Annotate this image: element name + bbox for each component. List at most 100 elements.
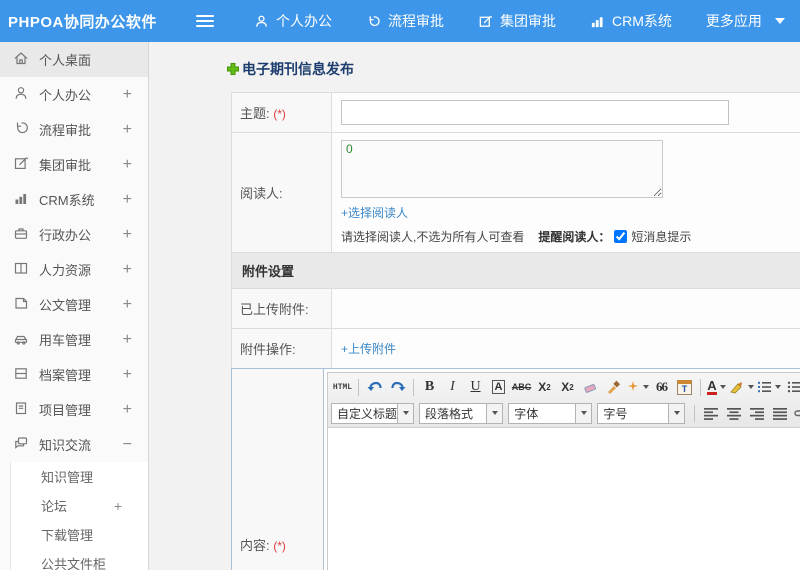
bold-button[interactable]: B <box>418 376 441 398</box>
sidebar-subitem-knowledge-mgmt[interactable]: 知识管理 <box>11 462 148 491</box>
subject-label: 主题: (*) <box>231 92 332 133</box>
unordered-list-icon[interactable] <box>782 376 800 398</box>
user-icon <box>13 85 29 104</box>
topnav-item-crm[interactable]: CRM系统 <box>590 11 672 31</box>
custom-heading-select[interactable]: 自定义标题 <box>331 402 415 424</box>
expand-plus-icon[interactable]: + <box>123 156 132 174</box>
sidebar-item-crm[interactable]: CRM系统 + <box>0 182 148 217</box>
underline-button[interactable]: U <box>464 376 487 398</box>
font-family-select[interactable]: 字体 <box>508 402 593 424</box>
superscript-button[interactable]: X2 <box>533 376 556 398</box>
readers-row: 阅读人: 0 +选择阅读人 请选择阅读人,不选为所有人可查看 提醒阅读人： 短消… <box>231 132 800 253</box>
align-left-icon[interactable] <box>699 402 722 424</box>
expand-plus-icon[interactable]: + <box>123 121 132 139</box>
add-plus-icon <box>226 62 240 76</box>
subject-input[interactable] <box>341 100 729 125</box>
readers-label: 阅读人: <box>231 132 332 253</box>
sidebar-item-desktop[interactable]: 个人桌面 <box>0 42 148 77</box>
upload-attachment-link[interactable]: +上传附件 <box>341 342 396 356</box>
sidebar-item-knowledge[interactable]: 知识交流 − <box>0 427 148 462</box>
attachment-ops-label: 附件操作: <box>231 328 332 369</box>
page-title: 电子期刊信息发布 <box>226 59 800 79</box>
subject-row: 主题: (*) <box>231 92 800 133</box>
undo-icon[interactable] <box>363 376 386 398</box>
subscript-button[interactable]: X2 <box>556 376 579 398</box>
expand-plus-icon[interactable]: + <box>123 401 132 419</box>
paste-clipboard-icon[interactable]: T <box>673 376 696 398</box>
strikethrough-button[interactable]: ABC <box>510 376 533 398</box>
sidebar-subitem-forum[interactable]: 论坛 + <box>11 491 148 520</box>
sidebar-item-official-docs[interactable]: 公文管理 + <box>0 287 148 322</box>
align-center-icon[interactable] <box>722 402 745 424</box>
chevron-down-icon <box>486 403 503 423</box>
sidebar-item-process-approval[interactable]: 流程审批 + <box>0 112 148 147</box>
sidebar-item-group-approval[interactable]: 集团审批 + <box>0 147 148 182</box>
expand-plus-icon[interactable]: + <box>123 296 132 314</box>
collapse-minus-icon[interactable]: − <box>123 436 132 454</box>
chevron-down-icon <box>575 403 592 423</box>
expand-plus-icon[interactable]: + <box>123 366 132 384</box>
ordered-list-icon[interactable] <box>755 376 782 398</box>
paragraph-format-select[interactable]: 段落格式 <box>419 402 504 424</box>
process-icon <box>13 120 29 139</box>
chevron-down-icon <box>397 403 414 423</box>
process-icon <box>366 14 381 29</box>
attachment-section-row: 附件设置 <box>231 252 800 289</box>
sidebar-subitem-public-cabinet[interactable]: 公共文件柜 <box>11 549 148 570</box>
sidebar-subitem-downloads[interactable]: 下载管理 <box>11 520 148 549</box>
html-source-button[interactable]: HTML <box>331 376 354 398</box>
sidebar-item-vehicle[interactable]: 用车管理 + <box>0 322 148 357</box>
briefcase-icon <box>13 225 29 244</box>
notebook-icon <box>13 400 29 419</box>
topnav-item-personal-office[interactable]: 个人办公 <box>254 11 332 31</box>
topnav-item-more-apps[interactable]: 更多应用 <box>706 11 785 31</box>
italic-button[interactable]: I <box>441 376 464 398</box>
sidebar-item-archives[interactable]: 档案管理 + <box>0 357 148 392</box>
font-style-button[interactable]: A <box>487 376 510 398</box>
topnav-item-process-approval[interactable]: 流程审批 <box>366 11 444 31</box>
font-size-select[interactable]: 字号 <box>597 402 685 424</box>
readers-hint: 请选择阅读人,不选为所有人可查看 提醒阅读人： 短消息提示 <box>341 230 692 244</box>
sidebar: 个人桌面 个人办公 + 流程审批 + 集团审批 + CRM系统 + 行政办公 + <box>0 42 149 570</box>
expand-plus-icon[interactable]: + <box>123 331 132 349</box>
car-icon <box>13 330 29 349</box>
redo-icon[interactable] <box>386 376 409 398</box>
edit-square-icon <box>478 14 493 29</box>
expand-plus-icon[interactable]: + <box>123 191 132 209</box>
highlight-color-icon[interactable] <box>728 376 755 398</box>
hamburger-menu-icon[interactable] <box>196 15 214 27</box>
sidebar-item-personal-office[interactable]: 个人办公 + <box>0 77 148 112</box>
bar-chart-icon <box>13 190 29 209</box>
document-icon <box>13 295 29 314</box>
sidebar-item-admin-office[interactable]: 行政办公 + <box>0 217 148 252</box>
home-icon <box>13 50 29 69</box>
select-readers-link[interactable]: +选择阅读人 <box>341 204 408 221</box>
main-content: 电子期刊信息发布 主题: (*) 阅读人: 0 +选择阅读人 请选择阅读人,不选… <box>150 42 800 570</box>
edit-square-icon <box>13 155 29 174</box>
editor-content-area[interactable] <box>328 428 800 570</box>
autotype-wand-icon[interactable] <box>625 376 650 398</box>
expand-plus-icon[interactable]: + <box>123 226 132 244</box>
sidebar-item-projects[interactable]: 项目管理 + <box>0 392 148 427</box>
insert-link-icon[interactable] <box>791 402 800 424</box>
sms-remind-checkbox[interactable] <box>614 230 628 243</box>
expand-plus-icon[interactable]: + <box>114 498 122 514</box>
readers-textarea[interactable]: 0 <box>341 140 663 198</box>
top-nav-menu: 个人办公 流程审批 集团审批 CRM系统 更多应用 <box>254 11 785 31</box>
format-painter-icon[interactable] <box>602 376 625 398</box>
align-justify-icon[interactable] <box>768 402 791 424</box>
topnav-item-group-approval[interactable]: 集团审批 <box>478 11 556 31</box>
app-window: PHPOA协同办公软件 个人办公 流程审批 集团审批 CRM系统 更多应用 个人… <box>0 0 800 570</box>
expand-plus-icon[interactable]: + <box>123 86 132 104</box>
expand-plus-icon[interactable]: + <box>123 261 132 279</box>
uploaded-attachments-row: 已上传附件: <box>231 288 800 329</box>
rich-text-editor: HTML B I U A ABC X 2 X 2 66 T A 自定义标题 段落… <box>327 372 800 570</box>
sidebar-item-hr[interactable]: 人力资源 + <box>0 252 148 287</box>
blockquote-button[interactable]: 66 <box>650 376 673 398</box>
font-color-button[interactable]: A <box>705 376 728 398</box>
required-mark: (*) <box>273 539 286 553</box>
remind-readers-label: 提醒阅读人： <box>538 230 611 244</box>
required-mark: (*) <box>273 107 286 121</box>
align-right-icon[interactable] <box>745 402 768 424</box>
eraser-icon[interactable] <box>579 376 602 398</box>
